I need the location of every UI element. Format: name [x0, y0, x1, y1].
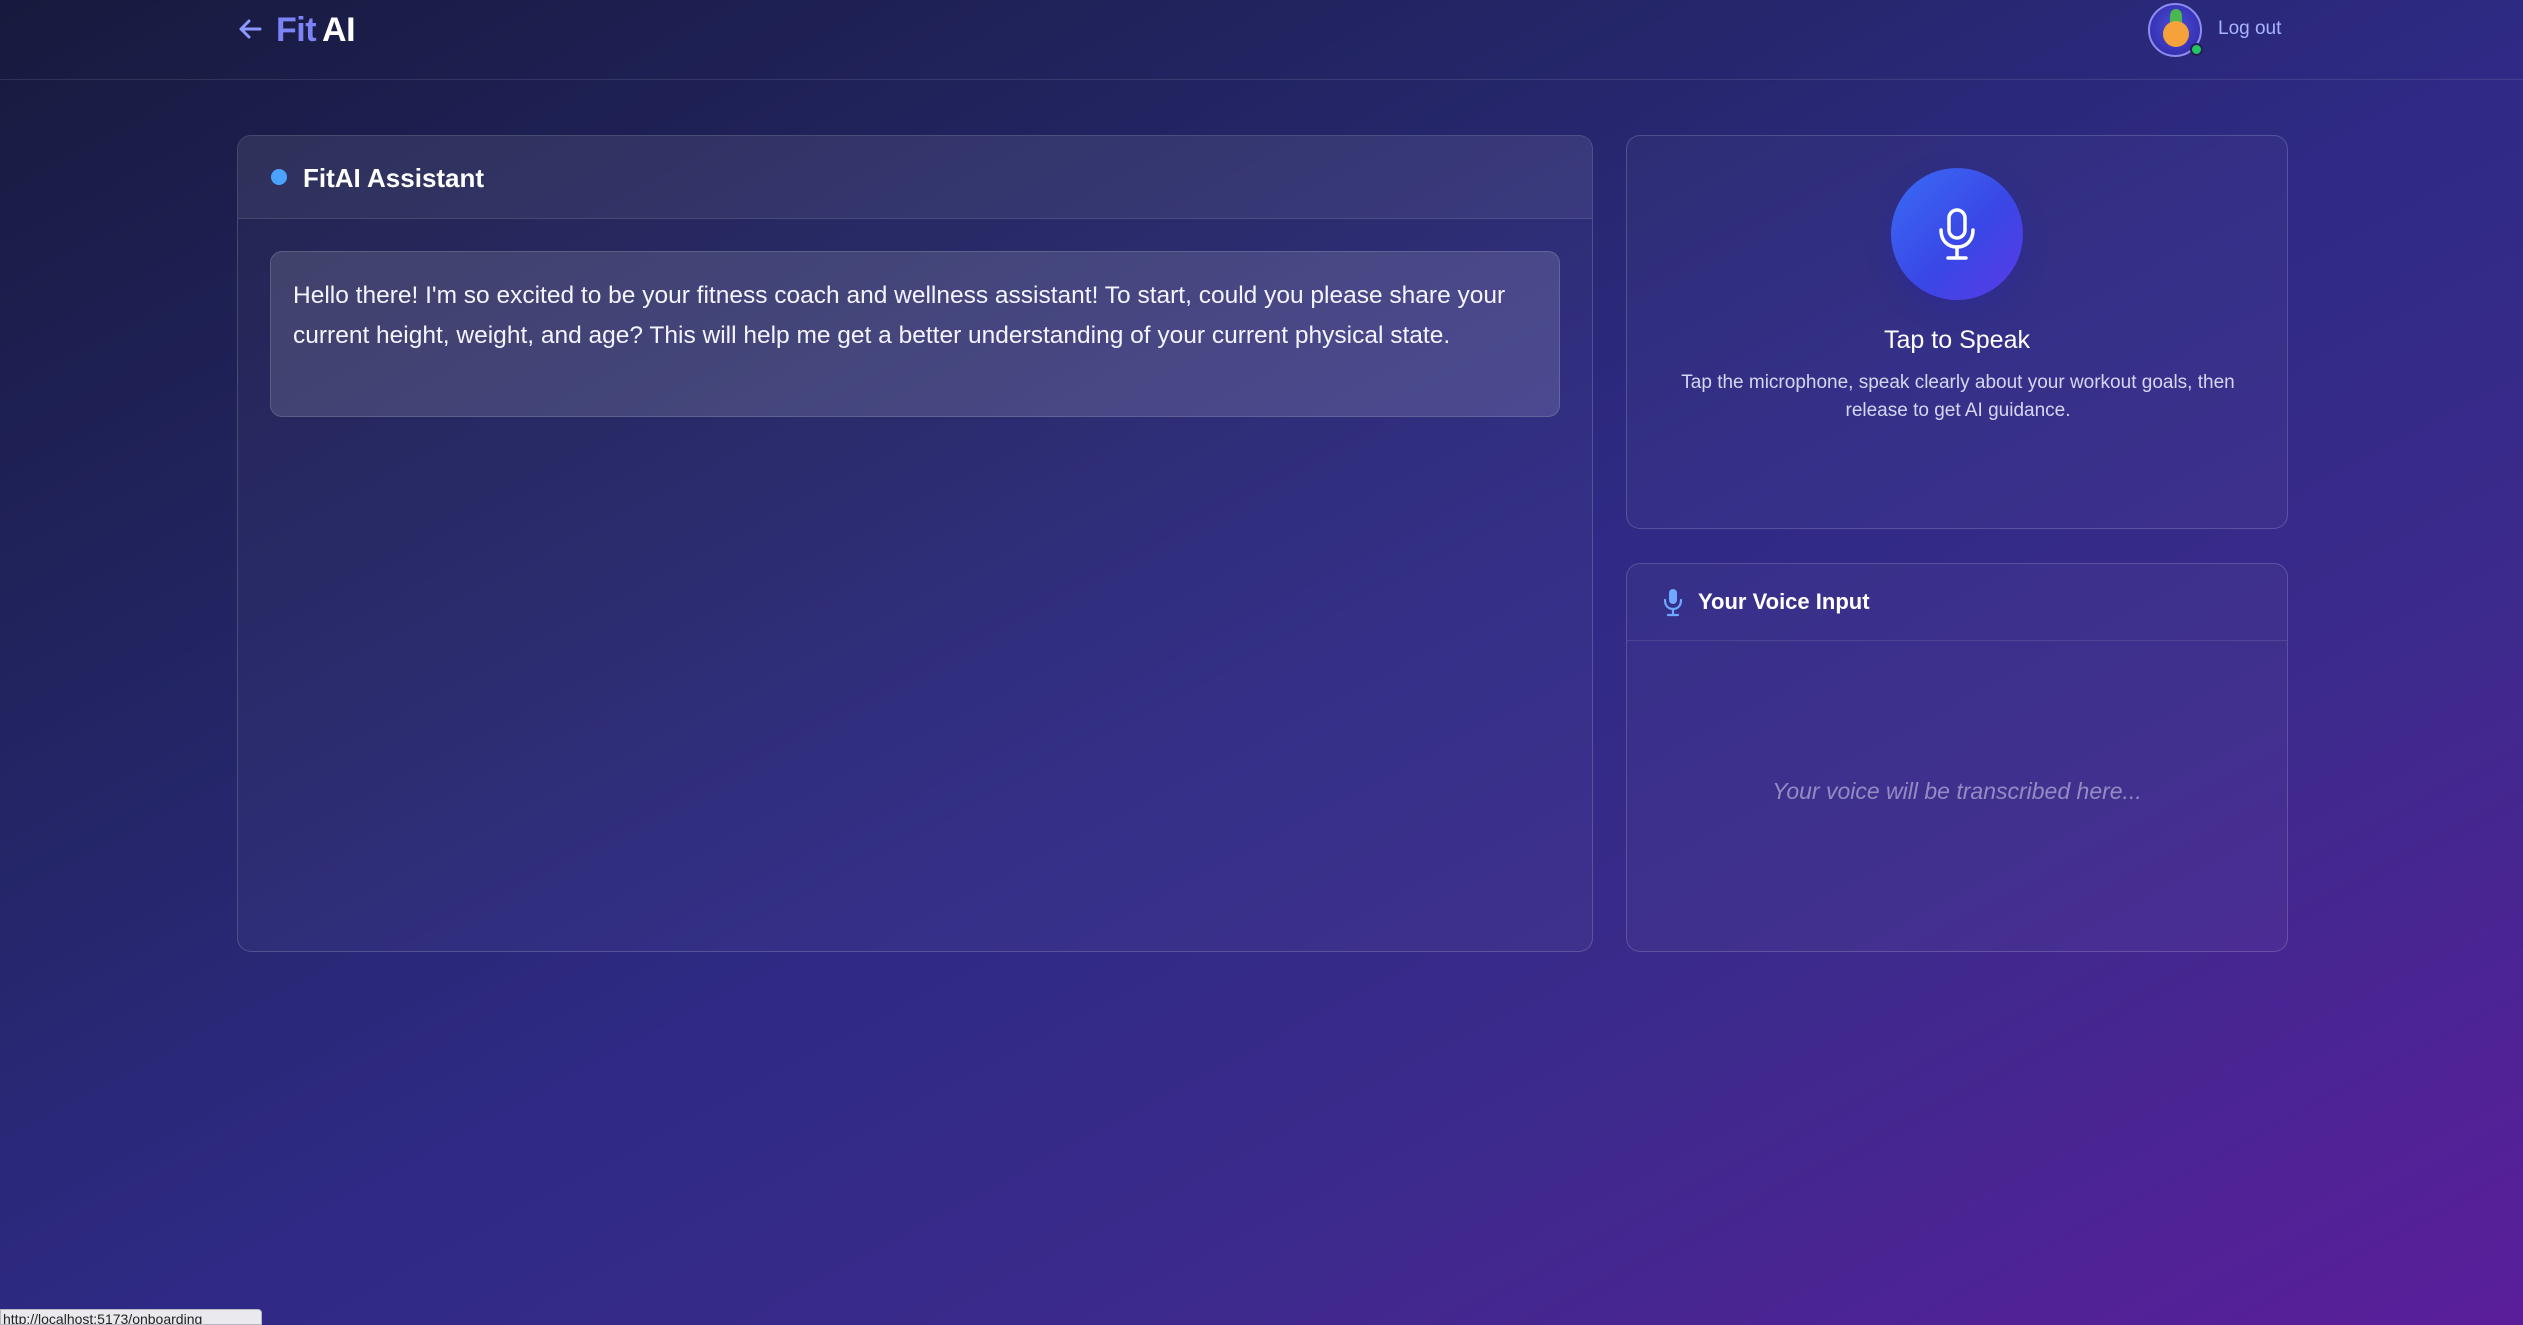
- microphone-button[interactable]: [1891, 168, 2023, 300]
- logo-ai-text: AI: [322, 11, 356, 49]
- voice-input-title: Your Voice Input: [1698, 589, 1870, 614]
- arrow-left-icon: [239, 19, 262, 39]
- microphone-icon: [1939, 208, 1975, 260]
- online-status-dot: [2190, 43, 2203, 56]
- avatar-face: [2163, 21, 2189, 47]
- transcription-placeholder: Your voice will be transcribed here...: [1772, 778, 2142, 804]
- logo-fit-text: Fit: [276, 11, 317, 49]
- speak-panel: Tap to Speak Tap the microphone, speak c…: [1626, 135, 2288, 529]
- assistant-message: Hello there! I'm so excited to be your f…: [270, 251, 1560, 417]
- app-logo[interactable]: Fit AI: [276, 8, 356, 52]
- chat-panel: FitAI Assistant Hello there! I'm so exci…: [237, 135, 1593, 952]
- top-header: Fit AI Log out: [0, 0, 2523, 80]
- tap-to-speak-title: Tap to Speak: [1884, 326, 2030, 354]
- chat-header: FitAI Assistant: [238, 136, 1592, 219]
- avatar[interactable]: [2148, 3, 2203, 57]
- voice-input-panel: Your Voice Input Your voice will be tran…: [1626, 563, 2288, 952]
- microphone-icon: [1663, 589, 1683, 617]
- voice-input-header: Your Voice Input: [1627, 564, 2287, 641]
- assistant-status-dot: [271, 169, 287, 185]
- back-button[interactable]: [236, 14, 264, 44]
- chat-title: FitAI Assistant: [303, 163, 485, 193]
- tap-to-speak-description: Tap the microphone, speak clearly about …: [1681, 372, 2235, 421]
- status-bar-url: http://localhost:5173/onboarding: [0, 1309, 262, 1325]
- logout-link[interactable]: Log out: [2218, 16, 2281, 42]
